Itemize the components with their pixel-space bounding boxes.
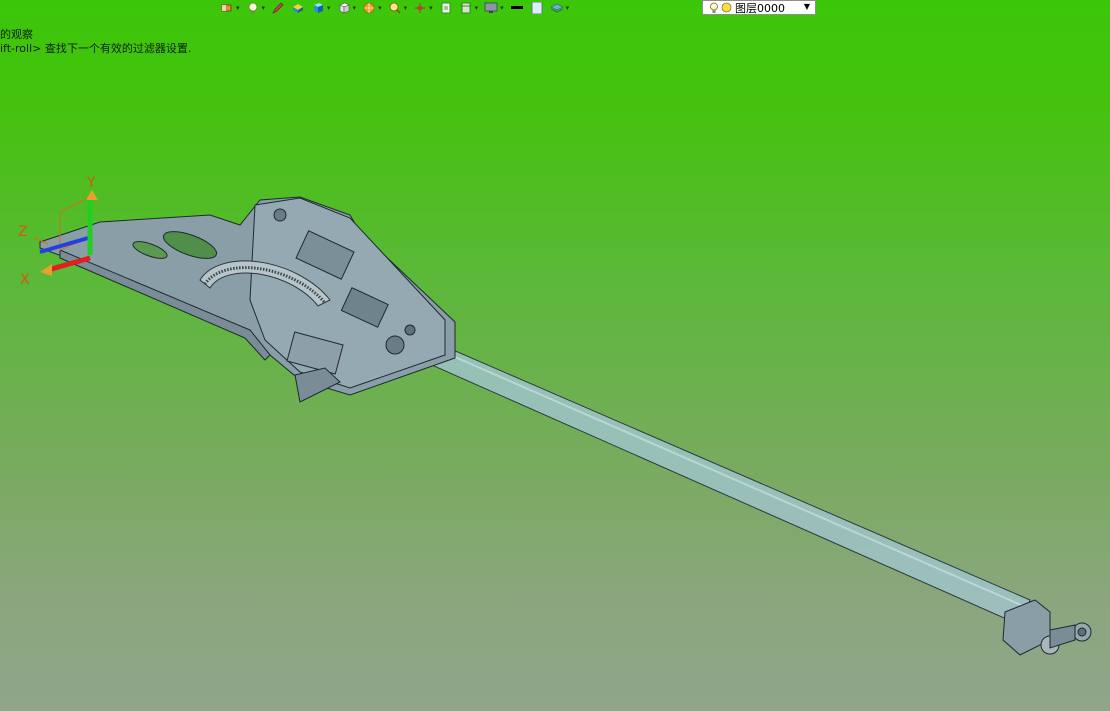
tail-boom: [424, 339, 1031, 626]
tail-gearbox: [1002, 599, 1092, 656]
axis-y-label: Y: [86, 175, 96, 191]
axis-z-label: Z: [18, 224, 28, 240]
axis-x-label: X: [20, 272, 30, 288]
main-frame: [39, 196, 456, 396]
cad-viewport[interactable]: Y Z X: [0, 0, 1110, 711]
